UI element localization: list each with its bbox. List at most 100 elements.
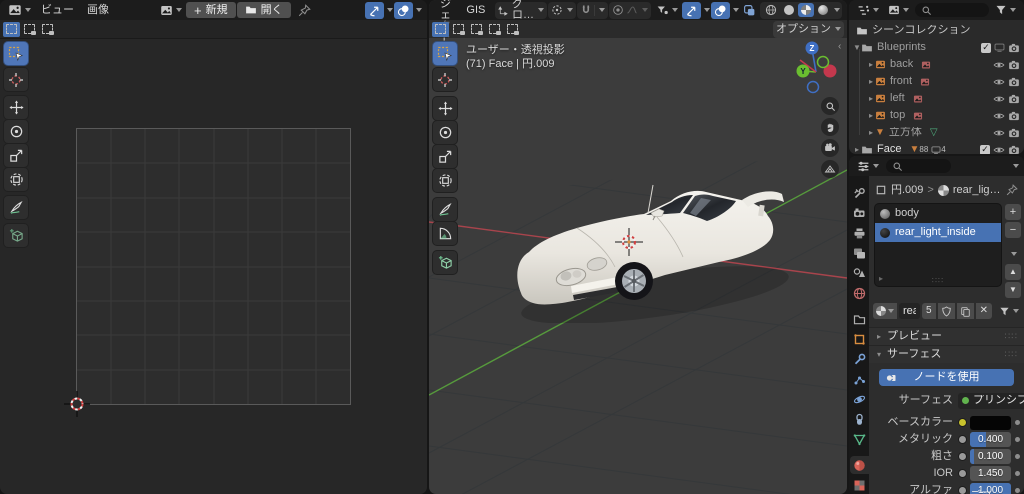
material-browse-button[interactable] xyxy=(873,303,897,319)
filter-button[interactable] xyxy=(992,2,1019,18)
disable-render-icon[interactable] xyxy=(1008,42,1020,54)
scene-collection-row[interactable]: シーンコレクション xyxy=(849,22,1024,39)
select-mode-invert[interactable] xyxy=(486,22,503,37)
hide-eye-icon[interactable] xyxy=(993,127,1005,139)
tab-texture[interactable] xyxy=(850,476,869,494)
use-nodes-button[interactable]: ノードを使用 xyxy=(879,369,1014,386)
hide-eye-icon[interactable] xyxy=(993,76,1005,88)
new-image-button[interactable]: + 新規 xyxy=(186,2,236,18)
tab-material[interactable] xyxy=(850,456,869,474)
pin-icon[interactable] xyxy=(1006,184,1018,196)
tool-add-cube[interactable] xyxy=(433,251,457,274)
tool-scale[interactable] xyxy=(433,145,457,168)
tab-collection[interactable] xyxy=(850,310,869,328)
object-row-left[interactable]: ▸ left xyxy=(849,90,1024,107)
tab-tool[interactable] xyxy=(850,184,869,202)
expand-arrow-icon[interactable]: ▸ xyxy=(867,61,875,69)
tool-cursor[interactable] xyxy=(433,68,457,91)
decorator-dot[interactable] xyxy=(1015,488,1020,493)
object-row-top[interactable]: ▸ top xyxy=(849,107,1024,124)
shading-solid[interactable] xyxy=(781,3,797,17)
select-mode-intersect[interactable] xyxy=(504,22,521,37)
tool-measure[interactable] xyxy=(433,222,457,245)
tool-select-box[interactable] xyxy=(433,42,457,65)
tool-annotate[interactable] xyxy=(4,196,28,219)
tool-transform[interactable] xyxy=(4,168,28,191)
menu-image[interactable]: 画像 xyxy=(81,3,115,18)
hide-eye-icon[interactable] xyxy=(993,93,1005,105)
object-row-front[interactable]: ▸ front xyxy=(849,73,1024,90)
select-mode-new[interactable] xyxy=(432,22,449,37)
disable-render-icon[interactable] xyxy=(1008,144,1020,155)
slot-specials-button[interactable] xyxy=(1005,246,1021,262)
menu-gis[interactable]: GIS xyxy=(460,3,491,18)
tool-move[interactable] xyxy=(4,96,28,119)
tool-cursor[interactable] xyxy=(4,68,28,91)
display-mode-dropdown[interactable] xyxy=(885,2,912,18)
roughness-slider[interactable]: 0.100 xyxy=(970,449,1011,464)
material-specials-button[interactable] xyxy=(996,304,1022,319)
disable-render-icon[interactable] xyxy=(1008,127,1020,139)
overlays-dropdown[interactable] xyxy=(733,8,739,12)
disable-render-icon[interactable] xyxy=(1008,110,1020,122)
car-model[interactable] xyxy=(505,183,805,323)
decorator-dot[interactable] xyxy=(1015,437,1020,442)
decorator-dot[interactable] xyxy=(1015,420,1020,425)
select-mode-extend[interactable] xyxy=(450,22,467,37)
gizmos-toggle[interactable] xyxy=(365,2,384,19)
tab-world[interactable] xyxy=(850,284,869,302)
orthographic-toggle-button[interactable] xyxy=(821,160,839,178)
shading-dropdown[interactable] xyxy=(834,8,840,12)
tool-rotate[interactable] xyxy=(4,120,28,143)
tab-constraints[interactable] xyxy=(850,410,869,428)
select-mode-subtract[interactable] xyxy=(468,22,485,37)
tool-transform[interactable] xyxy=(433,169,457,192)
gizmos-toggle[interactable] xyxy=(682,2,701,19)
select-mode-new[interactable] xyxy=(3,22,20,37)
tool-annotate[interactable] xyxy=(433,198,457,221)
collection-row-face[interactable]: ▸ Face ▼ 88 4 ✓ xyxy=(849,141,1024,154)
list-corner-arrow[interactable]: ▸ xyxy=(879,275,883,283)
tab-scene[interactable] xyxy=(850,264,869,282)
hide-eye-icon[interactable] xyxy=(993,59,1005,71)
object-row-back[interactable]: ▸ back xyxy=(849,56,1024,73)
editor-type-button[interactable] xyxy=(5,1,34,19)
exclude-checkbox[interactable]: ✓ xyxy=(981,43,991,53)
proportional-editing-group[interactable] xyxy=(609,2,651,19)
select-mode-subtract[interactable] xyxy=(39,22,56,37)
material-slot-body[interactable]: body xyxy=(875,204,1001,223)
panel-surface[interactable]: ▾サーフェス∷∷ xyxy=(869,345,1024,363)
tool-rotate[interactable] xyxy=(433,121,457,144)
material-slot-rear-light-inside[interactable]: rear_light_inside xyxy=(875,223,1001,242)
expand-arrow-icon[interactable]: ▸ xyxy=(867,112,875,120)
ior-slider[interactable]: 1.450 xyxy=(970,466,1011,481)
disable-render-icon[interactable] xyxy=(1008,93,1020,105)
metallic-slider[interactable]: 0.400 xyxy=(970,432,1011,447)
gizmos-dropdown[interactable] xyxy=(704,8,710,12)
unlink-material-button[interactable]: ✕ xyxy=(976,303,992,319)
shading-material-preview[interactable] xyxy=(798,3,814,17)
overlays-dropdown[interactable] xyxy=(416,8,422,12)
2d-cursor[interactable] xyxy=(64,391,90,417)
expand-arrow-icon[interactable]: ▸ xyxy=(867,95,875,103)
base-color-swatch[interactable] xyxy=(970,416,1011,430)
tab-output[interactable] xyxy=(850,224,869,242)
tab-object[interactable] xyxy=(850,330,869,348)
editor-type-button[interactable] xyxy=(854,2,882,19)
hide-eye-icon[interactable] xyxy=(993,144,1005,155)
hide-eye-icon[interactable] xyxy=(993,110,1005,122)
hide-viewport-icon[interactable] xyxy=(994,42,1005,53)
select-mode-extend[interactable] xyxy=(21,22,38,37)
options-dropdown[interactable]: オプション xyxy=(773,21,844,38)
disable-render-icon[interactable] xyxy=(1008,59,1020,71)
zoom-button[interactable] xyxy=(821,97,839,115)
fake-user-button[interactable] xyxy=(938,303,955,319)
tool-select-box[interactable] xyxy=(4,42,28,65)
breadcrumb-material[interactable]: rear_light_insi... xyxy=(953,185,1002,196)
expand-arrow-icon[interactable]: ▸ xyxy=(853,146,861,154)
panel-preview[interactable]: ▸プレビュー∷∷ xyxy=(869,327,1024,345)
editor-type-button[interactable] xyxy=(854,158,882,175)
options-dropdown[interactable] xyxy=(1013,164,1019,168)
shading-rendered[interactable] xyxy=(815,3,831,17)
3d-cursor[interactable] xyxy=(615,228,643,256)
